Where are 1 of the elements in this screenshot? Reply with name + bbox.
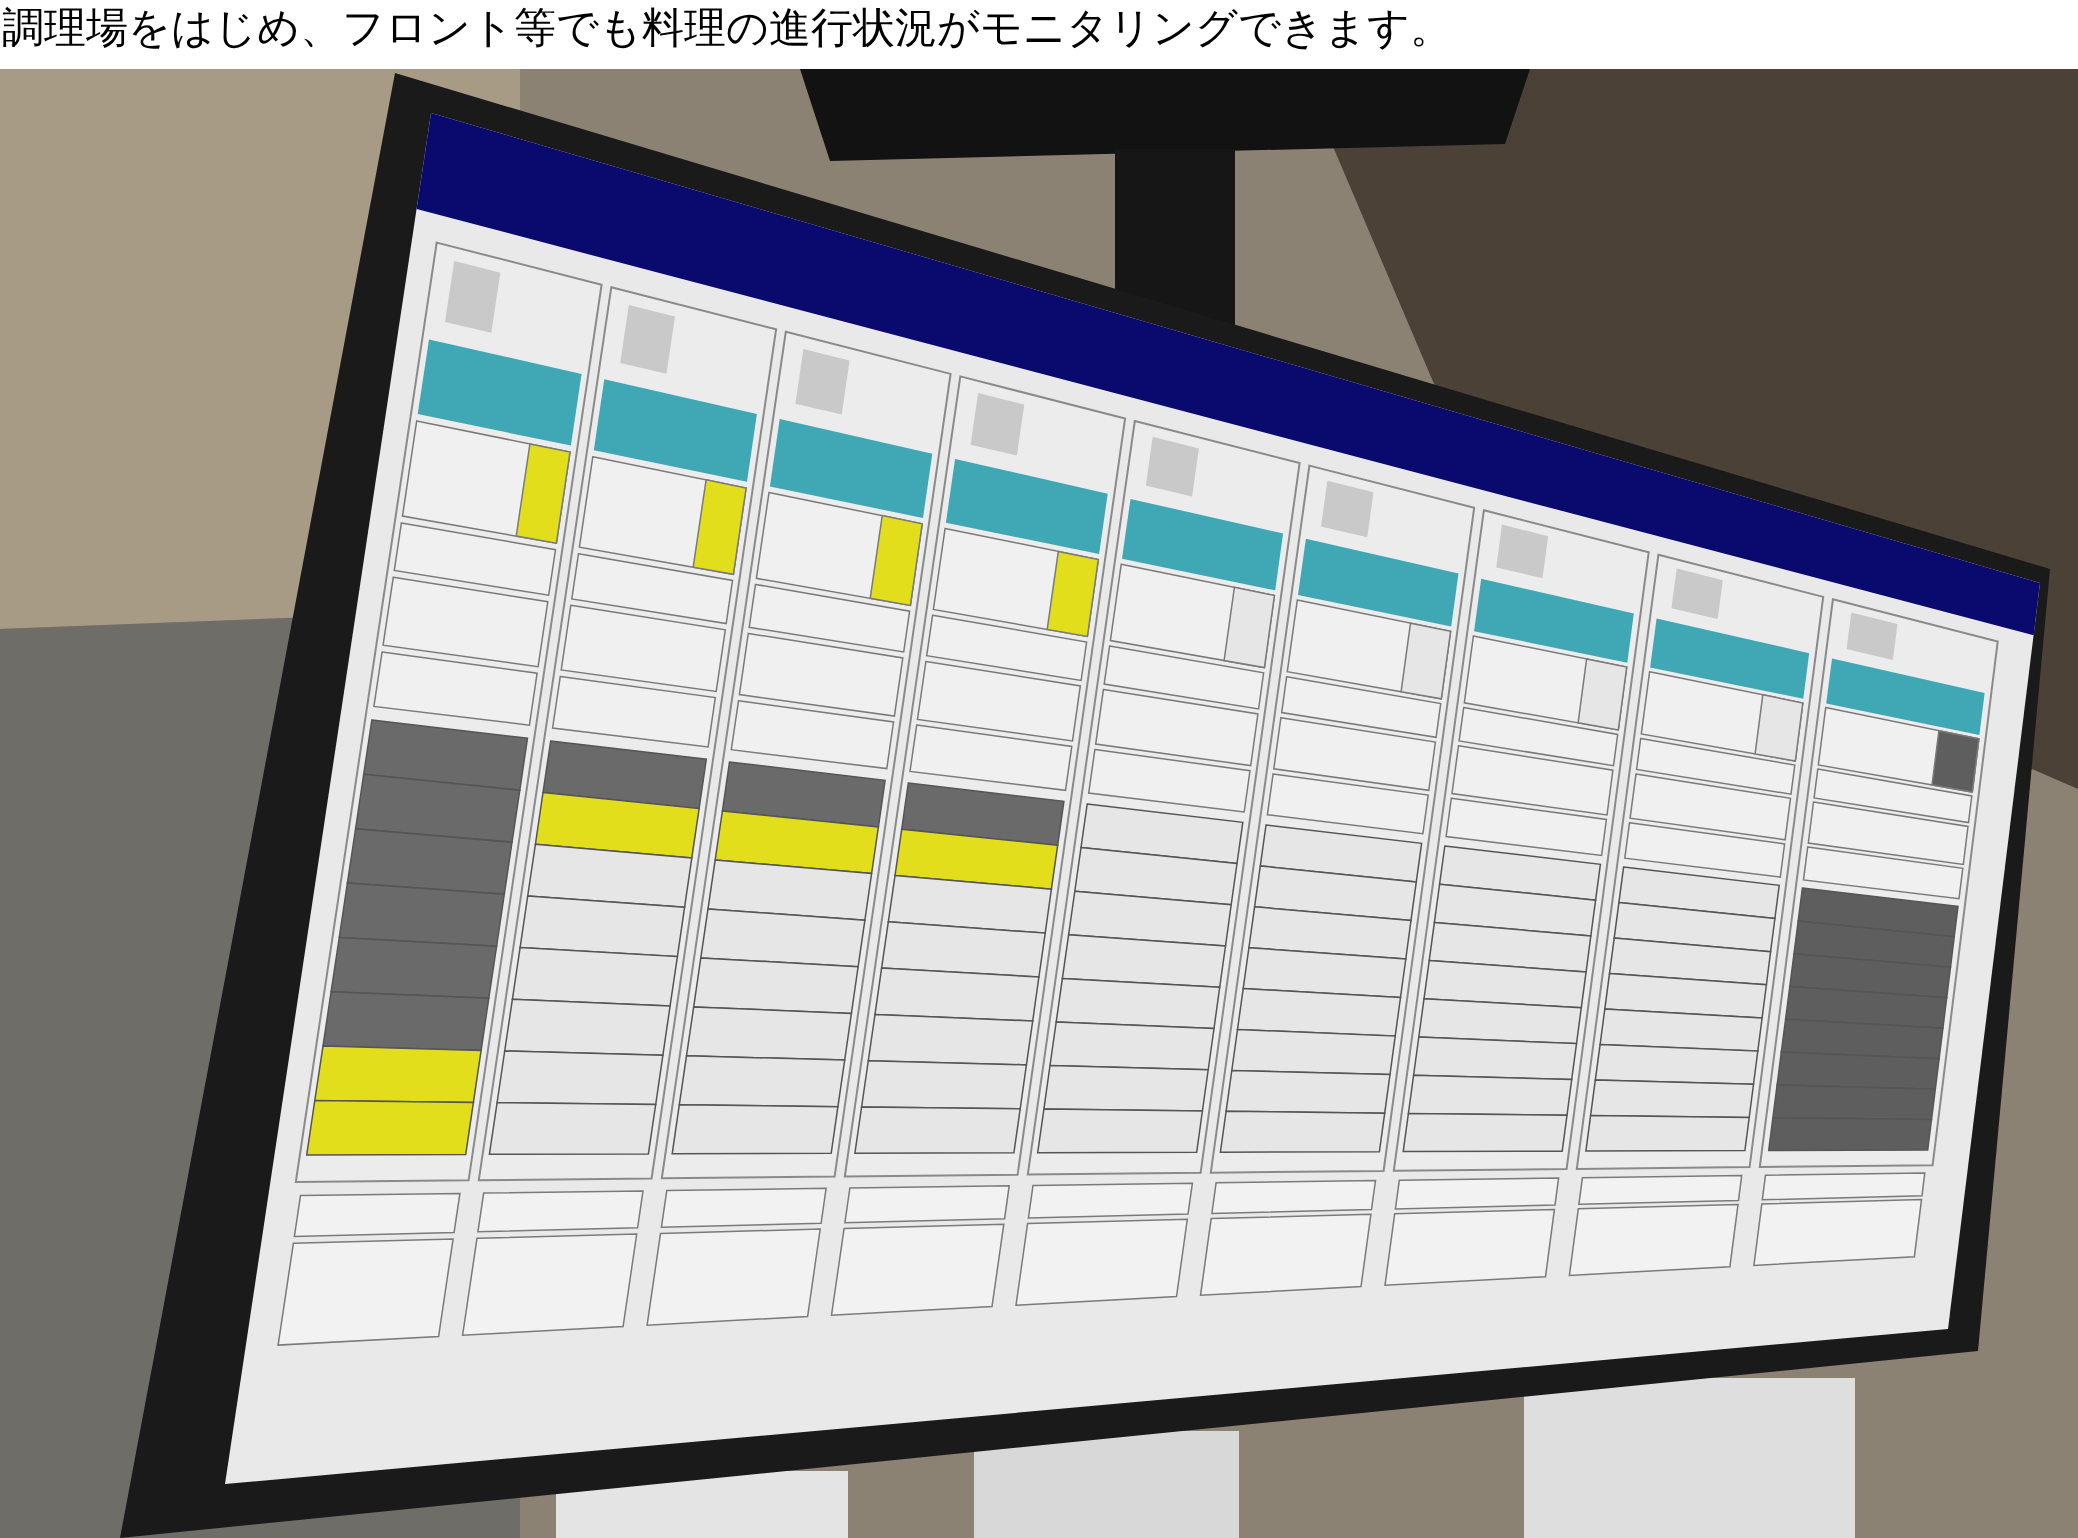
caption: 調理場をはじめ、フロント等でも料理の進行状況がモニタリングできます。 [1,2,1452,54]
